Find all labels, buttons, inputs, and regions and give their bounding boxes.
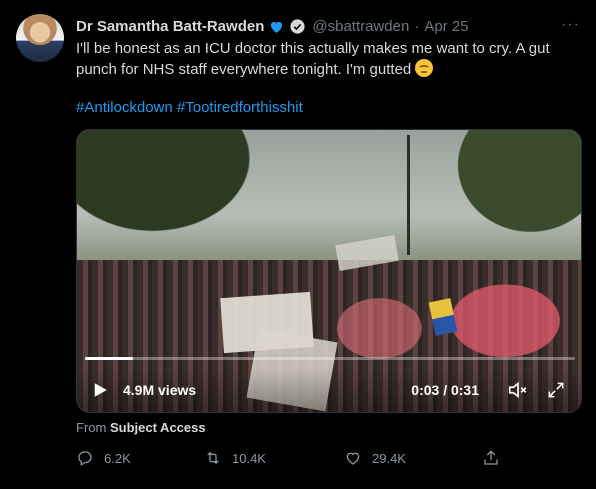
video-source: From Subject Access bbox=[76, 420, 206, 435]
retweet-button[interactable]: 10.4K bbox=[204, 445, 266, 471]
reply-icon bbox=[78, 451, 92, 466]
source-prefix: From bbox=[76, 420, 107, 435]
hashtag-antilockdown[interactable]: #Antilockdown bbox=[76, 99, 173, 116]
fullscreen-icon[interactable] bbox=[545, 379, 567, 401]
video-frame-sky bbox=[77, 130, 581, 271]
retweet-icon bbox=[207, 451, 219, 465]
relieved-face-emoji-icon bbox=[415, 59, 434, 77]
video-progress-bar[interactable] bbox=[85, 357, 575, 360]
tweet-header: Dr Samantha Batt-Rawden @sbattrawden · A… bbox=[76, 16, 580, 36]
play-icon[interactable] bbox=[91, 380, 109, 400]
tweet-text: I'll be honest as an ICU doctor this act… bbox=[76, 39, 576, 80]
video-frame-lamppost bbox=[407, 135, 410, 255]
heart-icon bbox=[346, 452, 360, 465]
author-handle[interactable]: @sbattrawden bbox=[312, 18, 409, 35]
video-controls: 4.9M views 0:03 / 0:31 bbox=[77, 368, 581, 412]
retweet-count: 10.4K bbox=[232, 450, 266, 466]
hashtag-tootired[interactable]: #Tootiredforthisshit bbox=[177, 99, 303, 116]
video-player[interactable]: 4.9M views 0:03 / 0:31 bbox=[76, 129, 582, 413]
blue-heart-icon bbox=[268, 17, 286, 35]
tweet-actions: 6.2K 10.4K 29.4K bbox=[76, 445, 506, 471]
like-count: 29.4K bbox=[372, 450, 406, 466]
hashtags: #Antilockdown #Tootiredforthisshit bbox=[76, 99, 303, 116]
tweet-body: I'll be honest as an ICU doctor this act… bbox=[76, 40, 550, 78]
more-options-icon[interactable]: ··· bbox=[561, 16, 580, 34]
view-count: 4.9M views bbox=[123, 382, 197, 398]
share-icon bbox=[484, 450, 498, 465]
separator-dot: · bbox=[414, 17, 420, 35]
video-time: 0:03 / 0:31 bbox=[411, 382, 479, 398]
tweet-date[interactable]: Apr 25 bbox=[424, 18, 468, 35]
verified-badge-icon bbox=[289, 17, 307, 35]
share-button[interactable] bbox=[482, 445, 500, 471]
video-progress-fill bbox=[85, 357, 133, 360]
like-button[interactable]: 29.4K bbox=[344, 445, 406, 471]
reply-count: 6.2K bbox=[104, 450, 131, 466]
author-name[interactable]: Dr Samantha Batt-Rawden bbox=[76, 18, 264, 35]
mute-icon[interactable] bbox=[507, 379, 529, 401]
source-name[interactable]: Subject Access bbox=[110, 420, 206, 435]
reply-button[interactable]: 6.2K bbox=[76, 445, 131, 471]
avatar[interactable] bbox=[16, 14, 64, 62]
